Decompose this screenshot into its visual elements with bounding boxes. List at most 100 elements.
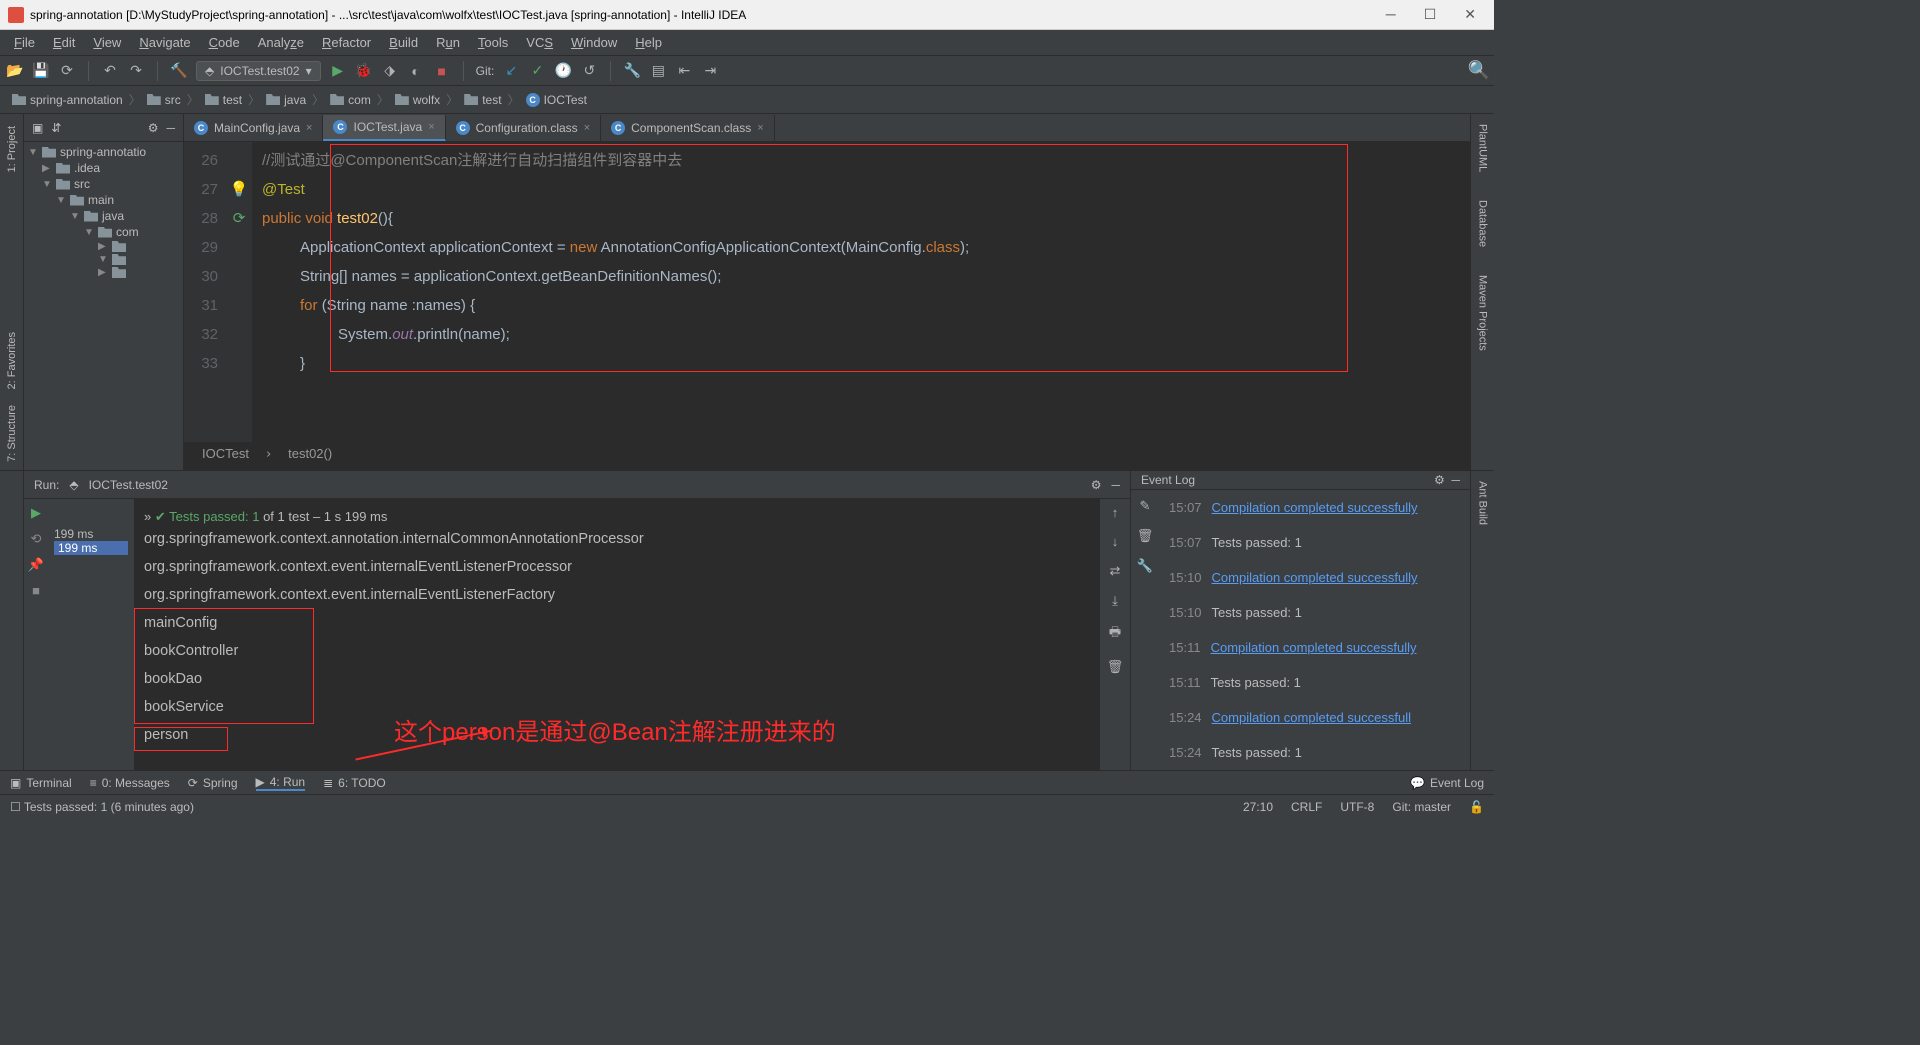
tab-todo[interactable]: ≣ 6: TODO [323,776,386,790]
profile-icon[interactable]: ◐ [407,62,425,80]
menu-build[interactable]: Build [381,33,426,52]
tree-row[interactable]: ▼ [24,253,183,266]
code-breadcrumb[interactable]: IOCTest › test02() [184,442,1470,470]
crumb-com[interactable]: com [348,93,371,107]
tree-row[interactable]: ▼java [24,208,183,224]
git-branch[interactable]: Git: master [1392,800,1451,814]
structure-icon[interactable]: ▤ [649,62,667,80]
editor-tab[interactable]: CComponentScan.class× [601,115,775,141]
maximize-button[interactable]: ☐ [1424,6,1437,23]
sync-icon[interactable]: ⟳ [58,62,76,80]
hide-icon[interactable]: ─ [1111,478,1120,492]
editor-tab[interactable]: CIOCTest.java× [323,115,445,141]
sidebar-tab-maven[interactable]: Maven Projects [1475,271,1491,355]
scroll-icon[interactable]: ⤓ [1112,593,1118,609]
menu-help[interactable]: Help [627,33,670,52]
gear-icon[interactable]: ⚙ [1091,478,1102,492]
event-row[interactable]: 15:10Tests passed: 1 [1159,595,1470,630]
editor-tab[interactable]: CMainConfig.java× [184,115,323,141]
debug-icon[interactable]: 🐞 [355,62,373,80]
save-icon[interactable]: 💾 [32,62,50,80]
search-icon[interactable]: 🔍 [1470,62,1488,80]
tab-eventlog[interactable]: 💬 Event Log [1410,776,1484,790]
edit-icon[interactable]: ✎ [1140,498,1151,514]
git-update-icon[interactable]: ↙ [502,62,520,80]
tree-row[interactable]: ▼main [24,192,183,208]
back-icon[interactable]: ⇤ [675,62,693,80]
hide-icon[interactable]: ─ [166,121,175,135]
git-history-icon[interactable]: 🕐 [554,62,572,80]
menu-tools[interactable]: Tools [470,33,516,52]
menu-code[interactable]: Code [201,33,248,52]
cursor-position[interactable]: 27:10 [1243,800,1273,814]
event-row[interactable]: 15:24Compilation completed successfull [1159,700,1470,735]
event-row[interactable]: 15:11Compilation completed successfully [1159,630,1470,665]
project-tree[interactable]: ▼spring-annotatio▶.idea▼src▼main▼java▼co… [24,142,183,470]
tree-row[interactable]: ▼spring-annotatio [24,144,183,160]
wrap-icon[interactable]: ⇄ [1110,563,1121,579]
crumb-project[interactable]: spring-annotation [30,93,123,107]
wrench-icon[interactable]: 🔧 [1137,558,1153,574]
run-icon[interactable]: ▶ [329,62,347,80]
crumb-java[interactable]: java [284,93,306,107]
menu-window[interactable]: Window [563,33,625,52]
rerun-icon[interactable]: ▶ [31,505,41,521]
menu-analyze[interactable]: Analyze [250,33,312,52]
event-row[interactable]: 15:10Compilation completed successfully [1159,560,1470,595]
gear-icon[interactable]: ⚙ [1434,473,1445,487]
close-button[interactable]: ✕ [1464,6,1476,23]
sidebar-tab-favorites[interactable]: 2: Favorites [4,324,20,397]
sidebar-tab-project[interactable]: 1: Project [4,118,20,180]
open-icon[interactable]: 📂 [6,62,24,80]
up-icon[interactable]: ↑ [1112,505,1119,520]
tab-terminal[interactable]: ▣ Terminal [10,776,72,790]
menu-run[interactable]: Run [428,33,468,52]
run-console[interactable]: » ✔ Tests passed: 1 of 1 test – 1 s 199 … [134,499,1100,770]
sidebar-tab-ant[interactable]: Ant Build [1475,477,1491,529]
run-config-dropdown[interactable]: ⬘ IOCTest.test02 ▾ [196,61,321,81]
menu-edit[interactable]: Edit [45,33,83,52]
menu-view[interactable]: View [85,33,129,52]
close-tab-icon[interactable]: × [757,122,763,134]
toggle-icon[interactable]: ⟲ [31,531,42,547]
stop-icon[interactable]: ■ [32,583,40,598]
tab-spring[interactable]: ⟳ Spring [188,776,238,790]
git-revert-icon[interactable]: ↺ [580,62,598,80]
git-commit-icon[interactable]: ✓ [528,62,546,80]
crumb-test[interactable]: test [223,93,242,107]
menu-file[interactable]: File [6,33,43,52]
tree-row[interactable]: ▼com [24,224,183,240]
event-row[interactable]: 15:07Tests passed: 1 [1159,525,1470,560]
tab-messages[interactable]: ≡ 0: Messages [90,776,170,790]
build-icon[interactable]: 🔨 [170,62,188,80]
crumb-testpkg[interactable]: test [482,93,501,107]
collapse-icon[interactable]: ⇵ [51,121,61,135]
tree-row[interactable]: ▶ [24,240,183,253]
crumb-wolfx[interactable]: wolfx [413,93,440,107]
print-icon[interactable]: 🖶 [1109,623,1121,645]
menu-vcs[interactable]: VCS [518,33,561,52]
line-separator[interactable]: CRLF [1291,800,1322,814]
tree-row[interactable]: ▶.idea [24,160,183,176]
sidebar-tab-structure[interactable]: 7: Structure [4,397,20,470]
coverage-icon[interactable]: ⬗ [381,62,399,80]
menu-navigate[interactable]: Navigate [131,33,198,52]
down-icon[interactable]: ↓ [1112,534,1119,549]
close-tab-icon[interactable]: × [306,122,312,134]
intention-bulb-icon[interactable]: 💡 [226,175,252,204]
stop-icon[interactable]: ■ [433,62,451,80]
sidebar-tab-plantuml[interactable]: PlantUML [1475,120,1491,176]
hide-icon[interactable]: ─ [1451,473,1460,487]
pin-icon[interactable]: 📌 [28,557,44,573]
tab-run[interactable]: ▶ 4: Run [256,775,306,791]
code-content[interactable]: //测试通过@ComponentScan注解进行自动扫描组件到容器中去 @Tes… [252,142,1470,442]
event-list[interactable]: 15:07Compilation completed successfully1… [1159,490,1470,770]
crumb-class[interactable]: IOCTest [544,93,587,107]
event-row[interactable]: 15:11Tests passed: 1 [1159,665,1470,700]
clear-icon[interactable]: 🗑 [1107,659,1124,675]
undo-icon[interactable]: ↶ [101,62,119,80]
editor-tab[interactable]: CConfiguration.class× [446,115,602,141]
settings-icon[interactable]: 🔧 [623,62,641,80]
event-row[interactable]: 15:07Compilation completed successfully [1159,490,1470,525]
crumb-src[interactable]: src [165,93,181,107]
